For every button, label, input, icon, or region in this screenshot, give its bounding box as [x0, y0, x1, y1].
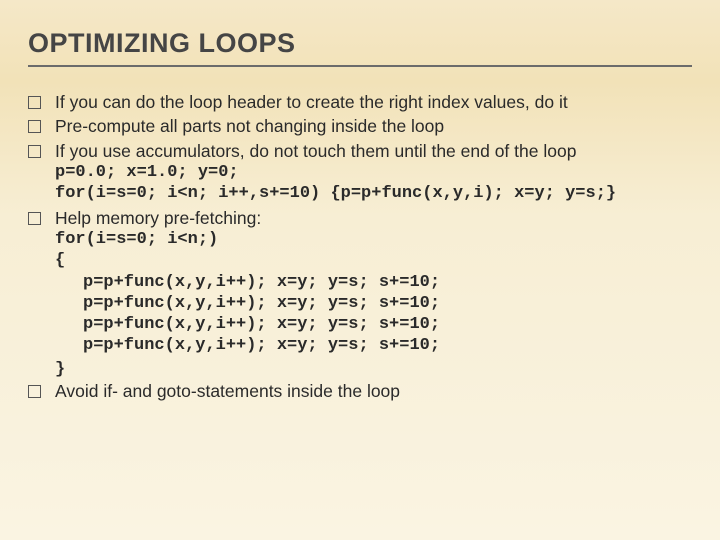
code-line: p=0.0; x=1.0; y=0;: [55, 162, 692, 183]
code-line: p=p+func(x,y,i++); x=y; y=s; s+=10;: [55, 293, 692, 314]
square-bullet-icon: [28, 96, 41, 109]
bullet-item: If you use accumulators, do not touch th…: [28, 140, 692, 205]
bullet-text: Help memory pre-fetching:: [55, 207, 692, 229]
square-bullet-icon: [28, 145, 41, 158]
bullet-item: Avoid if- and goto-statements inside the…: [28, 380, 692, 402]
code-line: p=p+func(x,y,i++); x=y; y=s; s+=10;: [55, 314, 692, 335]
bullet-list: If you can do the loop header to create …: [28, 91, 692, 357]
square-bullet-icon: [28, 120, 41, 133]
code-closing-brace: }: [55, 359, 692, 380]
bullet-text: Avoid if- and goto-statements inside the…: [55, 380, 692, 402]
bullet-text: If you use accumulators, do not touch th…: [55, 140, 692, 162]
code-line: p=p+func(x,y,i++); x=y; y=s; s+=10;: [55, 272, 692, 293]
bullet-item: If you can do the loop header to create …: [28, 91, 692, 113]
code-line: for(i=s=0; i<n;): [55, 229, 692, 250]
bullet-item: Help memory pre-fetching: for(i=s=0; i<n…: [28, 207, 692, 357]
bullet-list-continued: Avoid if- and goto-statements inside the…: [28, 380, 692, 402]
bullet-item: Pre-compute all parts not changing insid…: [28, 115, 692, 137]
code-line: p=p+func(x,y,i++); x=y; y=s; s+=10;: [55, 335, 692, 356]
slide-title: OPTIMIZING LOOPS: [28, 28, 692, 67]
bullet-text: If you can do the loop header to create …: [55, 91, 692, 113]
code-line: for(i=s=0; i<n; i++,s+=10) {p=p+func(x,y…: [55, 183, 692, 204]
square-bullet-icon: [28, 212, 41, 225]
code-line: {: [55, 250, 692, 271]
bullet-text: Pre-compute all parts not changing insid…: [55, 115, 692, 137]
square-bullet-icon: [28, 385, 41, 398]
